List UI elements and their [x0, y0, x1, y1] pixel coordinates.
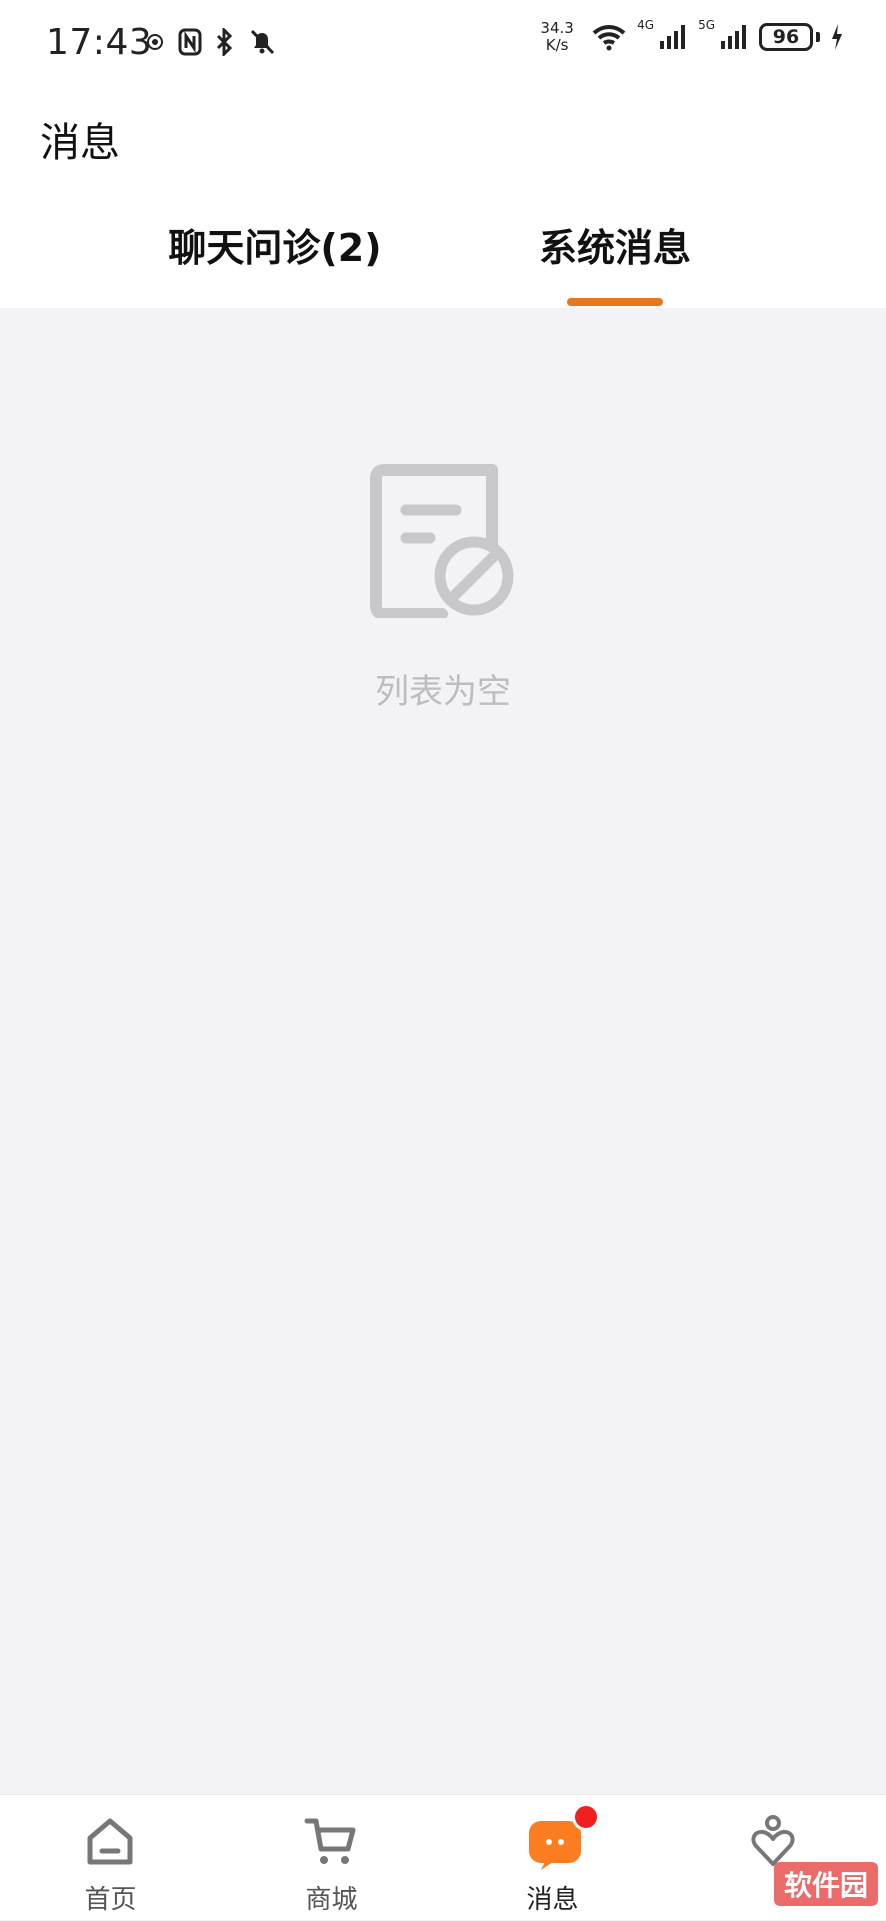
network-5g-label: 5G — [698, 18, 715, 32]
nav-label-home: 首页 — [84, 1885, 137, 1915]
wifi-icon — [592, 25, 626, 51]
nav-label-mall: 商城 — [305, 1885, 358, 1915]
page-header: 消息 — [0, 92, 886, 188]
watermark: 软件园 — [773, 1862, 878, 1906]
status-right-icons: 34.3 K/s 4G 5G 96 — [533, 18, 844, 54]
nav-item-home[interactable]: 首页 — [0, 1795, 221, 1921]
nfc-icon — [178, 28, 202, 56]
tab-chat-consultation-label: 聊天问诊(2) — [168, 225, 382, 270]
status-time: 17:43 — [46, 22, 153, 63]
status-left-icons — [146, 28, 276, 56]
bottom-navigation: 首页 商城 消息 软件园 — [0, 1794, 886, 1920]
profile-icon — [751, 1815, 795, 1866]
battery-tip — [816, 32, 820, 42]
message-tabs: 聊天问诊(2) 系统消息 — [0, 188, 886, 308]
message-badge — [572, 1803, 600, 1831]
battery-indicator: 96 — [759, 23, 820, 51]
empty-state: 列表为空 — [0, 308, 886, 1794]
tab-system-messages[interactable]: 系统消息 — [465, 188, 765, 308]
location-status-icon — [147, 34, 163, 50]
battery-level: 96 — [759, 23, 813, 51]
notification-off-icon — [250, 29, 275, 55]
page-title: 消息 — [40, 120, 120, 166]
cart-icon — [304, 1818, 356, 1864]
network-4g-label: 4G — [637, 18, 655, 32]
nav-label-messages: 消息 — [526, 1885, 579, 1915]
network-speed: 34.3 K/s — [540, 19, 574, 54]
signal-4g-icon — [660, 25, 686, 49]
active-tab-indicator — [567, 298, 663, 306]
empty-list-icon — [370, 464, 514, 618]
charging-icon — [832, 24, 842, 50]
empty-state-text: 列表为空 — [375, 672, 511, 712]
nav-item-mall[interactable]: 商城 — [221, 1795, 442, 1921]
status-bar: 17:43 34.3 K/s 4G 5G 96 — [0, 0, 886, 92]
home-icon — [87, 1818, 133, 1865]
nav-item-messages[interactable]: 消息 — [442, 1795, 663, 1921]
bluetooth-icon — [216, 28, 233, 56]
signal-5g-icon — [721, 25, 746, 49]
tab-chat-consultation[interactable]: 聊天问诊(2) — [100, 188, 450, 308]
tab-system-messages-label: 系统消息 — [538, 225, 691, 270]
